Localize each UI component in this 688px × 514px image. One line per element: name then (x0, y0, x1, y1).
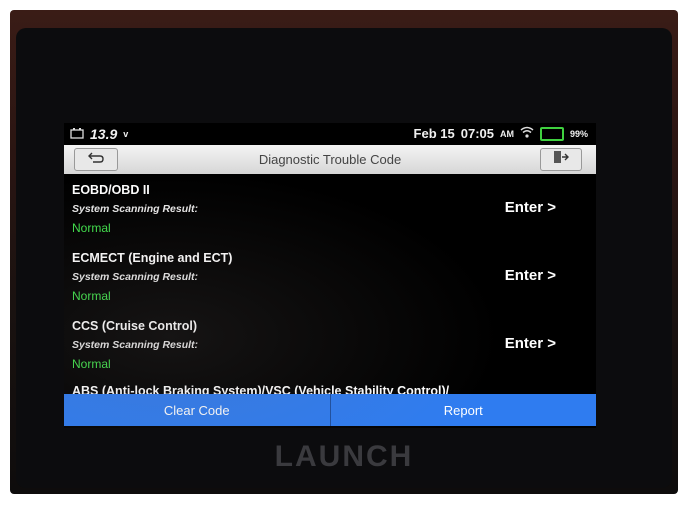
title-bar: Diagnostic Trouble Code (64, 145, 596, 174)
status-bar: 13.9 v Feb 15 07:05 AM 99% (64, 123, 596, 145)
system-name: ECMECT (Engine and ECT) (72, 251, 233, 265)
system-name: CCS (Cruise Control) (72, 319, 197, 333)
ampm-text: AM (499, 128, 514, 139)
status-text: Normal (72, 289, 111, 303)
system-list: EOBD/OBD II System Scanning Result: Norm… (64, 174, 596, 428)
voltage-unit: v (123, 129, 129, 139)
list-item[interactable]: EOBD/OBD II System Scanning Result: Norm… (64, 174, 596, 242)
battery-percent: 99% (569, 128, 588, 139)
brand-logo: LAUNCH (274, 440, 414, 473)
back-button[interactable] (74, 148, 118, 171)
clear-code-button[interactable]: Clear Code (64, 394, 331, 426)
exit-icon (553, 145, 569, 174)
enter-button[interactable]: Enter > (505, 335, 556, 352)
status-text: Normal (72, 221, 111, 235)
action-bar: Clear Code Report (64, 394, 596, 426)
time-text: 07:05 (460, 126, 494, 141)
scan-result-label: System Scanning Result: (72, 203, 199, 215)
back-icon (87, 145, 105, 174)
car-battery-icon (70, 127, 84, 142)
voltage-value: 13.9 (90, 126, 118, 142)
page-title: Diagnostic Trouble Code (258, 152, 402, 167)
device-screen: 13.9 v Feb 15 07:05 AM 99% Diagnostic Tr… (64, 123, 596, 428)
report-button[interactable]: Report (331, 394, 597, 426)
scan-result-label: System Scanning Result: (72, 339, 199, 351)
enter-button[interactable]: Enter > (505, 199, 556, 216)
enter-button[interactable]: Enter > (505, 267, 556, 284)
scan-result-label: System Scanning Result: (72, 271, 199, 283)
status-text: Normal (72, 357, 111, 371)
battery-icon (539, 126, 564, 141)
list-item[interactable]: CCS (Cruise Control) System Scanning Res… (64, 310, 596, 378)
wifi-icon (520, 126, 534, 141)
exit-button[interactable] (540, 148, 582, 171)
list-item[interactable]: ECMECT (Engine and ECT) System Scanning … (64, 242, 596, 310)
system-name: EOBD/OBD II (72, 183, 150, 197)
date-text: Feb 15 (413, 126, 455, 141)
